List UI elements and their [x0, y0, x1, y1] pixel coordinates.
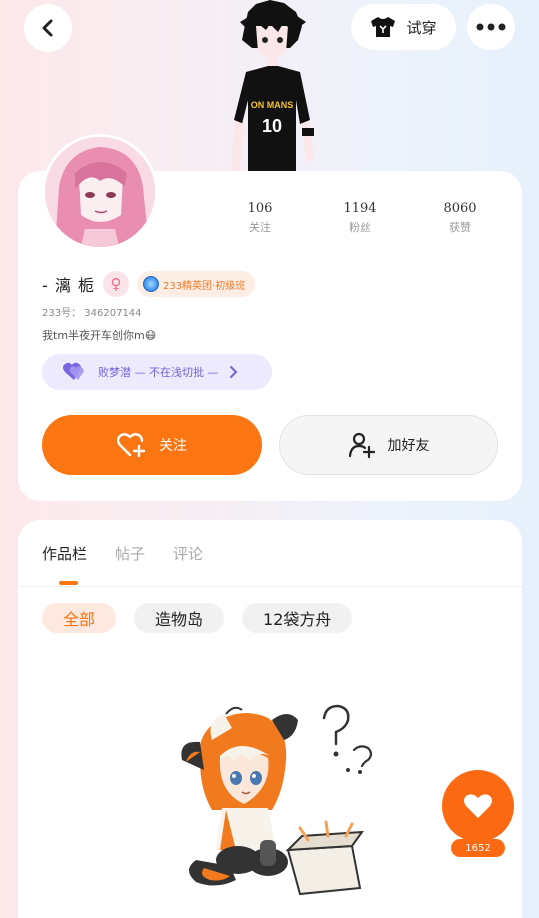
back-button[interactable] [24, 4, 72, 52]
elite-badge[interactable]: 233精英团·初级班 [136, 271, 256, 297]
empty-state-illustration [181, 704, 373, 896]
try-on-label: 试穿 [406, 18, 437, 37]
filter-creation-island[interactable]: 造物岛 [134, 603, 225, 633]
bio: 我tm半夜开车创你m😷 [42, 329, 157, 342]
tab-works[interactable]: 作品栏 [42, 543, 87, 564]
female-gender-icon: ♀ [102, 271, 129, 297]
tab-posts[interactable]: 帖子 [115, 543, 145, 564]
stat-label: 粉丝 [349, 221, 371, 234]
filter-all[interactable]: 全部 [42, 603, 117, 633]
floating-like-button[interactable] [442, 770, 514, 842]
nickname: - 漓 栀 [42, 276, 95, 295]
badge-medal-icon [142, 276, 159, 292]
heart-icon [464, 794, 492, 818]
tab-comments[interactable]: 评论 [173, 543, 203, 564]
fan-club-label: 败梦潜 — 不在浅切批 — [98, 366, 219, 379]
chevron-right-icon [229, 366, 237, 378]
character-figure: ON MANS 10 [232, 0, 314, 172]
more-button[interactable] [467, 4, 515, 50]
jersey-number: 10 [262, 116, 282, 136]
stat-label: 关注 [249, 221, 271, 234]
tshirt-icon [371, 17, 396, 37]
try-on-button[interactable]: 试穿 [351, 4, 456, 50]
avatar[interactable] [42, 134, 158, 250]
chevron-left-icon [42, 19, 53, 37]
top-bar: ON MANS 10 试穿 [0, 0, 539, 172]
stats-row: 106 关注 1194 粉丝 8060 获赞 [210, 201, 510, 241]
stat-likes[interactable]: 8060 获赞 [410, 201, 510, 241]
like-count-badge: 1652 [451, 839, 505, 857]
user-id[interactable]: 233号： 346207144 [42, 304, 142, 319]
filter-ark[interactable]: 12袋方舟 [242, 603, 353, 633]
jersey-text: ON MANS [251, 100, 294, 110]
name-row: - 漓 栀 ♀ 233精英团·初级班 [42, 270, 256, 298]
tabs-divider [18, 586, 522, 587]
stat-value: 106 [247, 201, 273, 216]
badge-label: 233精英团·初级班 [162, 280, 246, 292]
add-friend-button[interactable]: 加好友 [279, 415, 498, 475]
follow-button[interactable]: 关注 [42, 415, 262, 475]
heart-plus-icon [117, 433, 146, 458]
follow-label: 关注 [159, 438, 187, 454]
content-tabs: 作品栏 帖子 评论 [42, 543, 203, 564]
stat-fans[interactable]: 1194 粉丝 [310, 201, 410, 241]
stat-label: 获赞 [449, 221, 471, 234]
avatar-image [45, 137, 155, 247]
add-friend-label: 加好友 [387, 438, 430, 454]
fan-club-pill[interactable]: 败梦潜 — 不在浅切批 — [42, 354, 272, 390]
stat-value: 8060 [443, 201, 477, 216]
add-person-icon [348, 432, 375, 458]
double-heart-icon [63, 362, 84, 380]
more-dots-icon [476, 23, 506, 31]
filter-chips: 全部 造物岛 12袋方舟 [42, 603, 353, 633]
stat-following[interactable]: 106 关注 [210, 201, 310, 241]
active-tab-indicator [59, 581, 78, 585]
stat-value: 1194 [343, 201, 377, 216]
